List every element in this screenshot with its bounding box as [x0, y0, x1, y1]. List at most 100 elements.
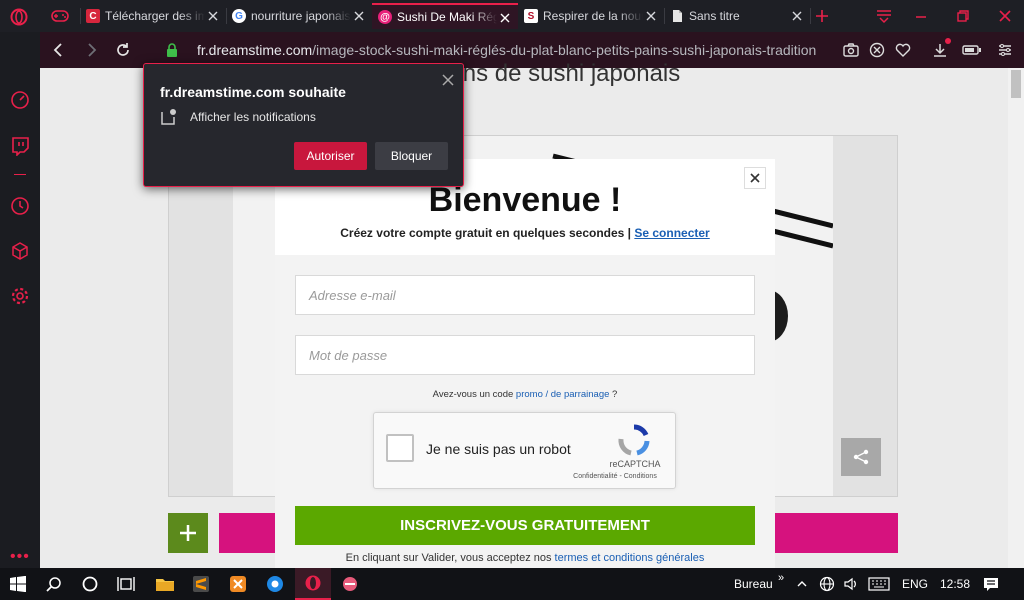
volume-icon[interactable]	[843, 576, 859, 592]
opera-logo-icon	[10, 8, 28, 26]
easy-setup-icon[interactable]	[997, 42, 1013, 58]
promo-code-link[interactable]: promo / de parrainage	[516, 389, 609, 400]
new-tab-icon[interactable]	[814, 8, 830, 24]
cortana-button[interactable]	[72, 568, 108, 600]
terms-line: En cliquant sur Valider, vous acceptez n…	[275, 552, 775, 564]
network-globe-icon[interactable]	[819, 576, 835, 592]
promo-prefix: Avez-vous un code	[432, 389, 514, 400]
recaptcha-box: Je ne suis pas un robot reCAPTCHA Confid…	[373, 412, 676, 489]
battery-saver-icon[interactable]	[962, 44, 982, 56]
signup-button[interactable]: INSCRIVEZ-VOUS GRATUITEMENT	[295, 506, 755, 545]
recaptcha-label: Je ne suis pas un robot	[426, 441, 571, 457]
promo-suffix: ?	[612, 389, 618, 400]
password-field[interactable]: Mot de passe	[295, 335, 755, 375]
tab-nourriture[interactable]: G nourriture japonaise	[226, 3, 372, 29]
tab-title: Respirer de la nourriture	[543, 9, 643, 23]
gamepad-icon[interactable]	[50, 8, 70, 24]
google-favicon-icon: G	[232, 9, 246, 23]
adblock-icon[interactable]	[869, 42, 885, 58]
close-tab-icon[interactable]	[498, 11, 512, 25]
speed-dial-icon[interactable]	[10, 90, 30, 110]
download-badge	[945, 38, 951, 44]
url-path: /image-stock-sushi-maki-réglés-du-plat-b…	[312, 42, 817, 58]
tab-sushi-active[interactable]: @ Sushi De Maki Réglés	[372, 3, 518, 29]
add-to-lightbox-button[interactable]	[168, 513, 208, 553]
recaptcha-logo-icon	[618, 424, 650, 456]
share-button[interactable]	[841, 438, 881, 476]
url-text[interactable]: fr.dreamstime.com/image-stock-sushi-maki…	[197, 42, 816, 58]
recaptcha-brand: reCAPTCHA	[609, 459, 661, 469]
file-explorer-button[interactable]	[147, 568, 183, 600]
recaptcha-checkbox[interactable]	[386, 434, 414, 462]
tab-title: Sans titre	[689, 9, 740, 23]
restore-icon[interactable]	[955, 8, 971, 24]
tab-telecharger[interactable]: C Télécharger des images	[80, 3, 226, 29]
login-link[interactable]: Se connecter	[634, 226, 709, 240]
history-icon[interactable]	[10, 196, 30, 216]
search-icon	[46, 577, 61, 592]
popup-close-icon[interactable]	[442, 74, 454, 86]
search-taskbar-button[interactable]	[36, 568, 72, 600]
minimize-icon[interactable]	[913, 8, 929, 24]
download-icon[interactable]	[932, 42, 948, 58]
reload-icon[interactable]	[114, 41, 132, 59]
app-blue-button[interactable]	[257, 568, 293, 600]
dreamstime-favicon-icon: @	[378, 10, 392, 24]
opera-taskbar-button[interactable]	[295, 568, 331, 600]
forward-icon[interactable]	[82, 41, 100, 59]
tab-sans-titre[interactable]: Sans titre	[664, 3, 810, 29]
opera-menu-button[interactable]	[8, 6, 30, 28]
sublime-text-button[interactable]	[183, 568, 219, 600]
app-orange-button[interactable]	[220, 568, 256, 600]
close-tab-icon[interactable]	[790, 9, 804, 23]
tab-bar: C Télécharger des images G nourriture ja…	[0, 0, 1024, 32]
back-icon[interactable]	[50, 41, 68, 59]
plus-icon	[180, 525, 196, 541]
hidden-icons-chevron-icon[interactable]	[796, 578, 808, 590]
task-view-icon	[117, 577, 135, 591]
keyboard-icon[interactable]	[868, 577, 890, 591]
cortana-circle-icon	[82, 576, 98, 592]
close-tab-icon[interactable]	[644, 9, 658, 23]
allow-button[interactable]: Autoriser	[294, 142, 367, 170]
bookmark-heart-icon[interactable]	[895, 42, 911, 58]
start-button[interactable]	[0, 568, 36, 600]
desktop-label[interactable]: Bureau	[734, 577, 773, 591]
tab-respirer[interactable]: S Respirer de la nourriture	[518, 3, 664, 29]
task-view-button[interactable]	[108, 568, 144, 600]
terms-link[interactable]: termes et conditions générales	[555, 552, 705, 564]
email-field[interactable]: Adresse e-mail	[295, 275, 755, 315]
sidebar-more-icon[interactable]: •••	[10, 548, 30, 566]
folder-icon	[156, 579, 174, 591]
clock[interactable]: 12:58	[940, 577, 970, 591]
subtitle-text: Créez votre compte gratuit en quelques s…	[340, 226, 632, 240]
language-indicator[interactable]: ENG	[902, 577, 928, 591]
s-favicon-icon: S	[524, 9, 538, 23]
recaptcha-privacy-terms[interactable]: Confidentialité - Conditions	[560, 473, 670, 480]
secure-lock-icon[interactable]	[166, 43, 178, 57]
document-icon	[673, 10, 682, 22]
opera-taskbar-icon	[305, 575, 321, 591]
tab-menu-icon[interactable]	[875, 8, 893, 24]
block-button[interactable]: Bloquer	[375, 142, 448, 170]
extensions-cube-icon[interactable]	[10, 241, 30, 261]
url-domain: fr.dreamstime.com	[197, 42, 313, 58]
promo-line: Avez-vous un code promo / de parrainage …	[275, 389, 775, 400]
tab-title: Sushi De Maki Réglés	[397, 10, 497, 24]
desktop-chevron-icon[interactable]: »	[778, 572, 784, 584]
action-center-icon[interactable]	[983, 576, 999, 592]
misc-app-icon	[343, 577, 357, 591]
close-tab-icon[interactable]	[206, 9, 220, 23]
windows-logo-icon	[10, 576, 26, 592]
terms-prefix: En cliquant sur Valider, vous acceptez n…	[345, 552, 552, 564]
page-scrollbar[interactable]	[1008, 68, 1024, 568]
close-window-icon[interactable]	[997, 8, 1013, 24]
close-tab-icon[interactable]	[352, 9, 366, 23]
tab-title: nourriture japonaise	[251, 9, 351, 23]
scrollbar-thumb[interactable]	[1011, 70, 1021, 98]
twitch-icon[interactable]	[10, 136, 30, 156]
app-misc-button[interactable]	[332, 568, 368, 600]
settings-gear-icon[interactable]	[10, 286, 30, 306]
snapshot-camera-icon[interactable]	[843, 42, 859, 58]
signup-modal: Bienvenue ! Créez votre compte gratuit e…	[275, 159, 775, 579]
